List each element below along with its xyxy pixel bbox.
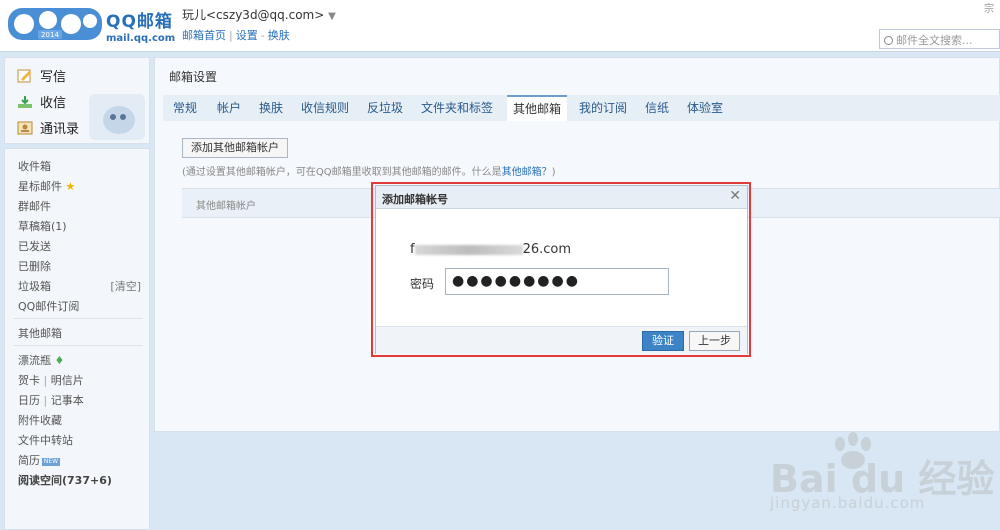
clear-spam-link[interactable]: [清空] [110, 278, 141, 294]
qq-mail-logo[interactable]: 2014 [8, 6, 102, 42]
tab-account[interactable]: 帐户 [211, 95, 247, 121]
compose-button[interactable]: 写信 [17, 66, 66, 85]
close-icon[interactable]: ✕ [729, 188, 741, 204]
dialog-titlebar: 添加邮箱帐号 ✕ [376, 186, 747, 209]
verify-button[interactable]: 验证 [642, 331, 684, 351]
separator: | [43, 394, 48, 407]
other-mailbox-hint: (通过设置其他邮箱帐户，可在QQ邮箱里收取到其他邮箱的邮件。什么是其他邮箱？) [182, 163, 556, 178]
add-mailbox-dialog: 添加邮箱帐号 ✕ f 26.com 密码 ●●●●●●●●● 验证 上一步 [375, 185, 748, 354]
link-home[interactable]: 邮箱首页 [182, 29, 226, 42]
folder-inbox[interactable]: 收件箱 [18, 158, 51, 174]
link-settings[interactable]: 设置 [236, 29, 258, 42]
compose-label: 写信 [40, 70, 67, 85]
what-is-other-mailbox-link[interactable]: 其他邮箱？ [502, 167, 552, 178]
folder-starred-label: 星标邮件 [18, 180, 62, 193]
folder-drafts[interactable]: 草稿箱(1) [18, 218, 67, 234]
back-button[interactable]: 上一步 [689, 331, 740, 351]
app-drift-bottle-label: 漂流瓶 [18, 354, 51, 367]
folder-subscriptions[interactable]: QQ邮件订阅 [18, 298, 79, 314]
new-badge: NEW [42, 458, 60, 466]
dialog-title: 添加邮箱帐号 [382, 193, 448, 206]
page-title: 邮箱设置 [169, 70, 218, 84]
top-header: 2014 QQ邮箱 mail.qq.com 玩儿<cszy3d@qq.com> … [0, 0, 1000, 52]
search-placeholder: 邮件全文搜索... [896, 34, 973, 47]
email-address: f 26.com [410, 242, 571, 257]
folder-group[interactable]: 群邮件 [18, 198, 51, 214]
dialog-footer: 验证 上一步 [376, 326, 747, 354]
divider [13, 345, 143, 346]
tab-skin[interactable]: 换肤 [253, 95, 289, 121]
folder-deleted[interactable]: 已删除 [18, 258, 51, 274]
app-resume-label: 简历 [18, 454, 40, 467]
password-label: 密码 [410, 277, 435, 291]
logo-badge: 2014 [41, 31, 59, 39]
tab-rules[interactable]: 收信规则 [295, 95, 355, 121]
penguin-mascot-icon [89, 94, 145, 140]
tab-labs[interactable]: 体验室 [681, 95, 729, 121]
app-resume[interactable]: 简历 NEW [18, 452, 60, 468]
reading-space[interactable]: 阅读空间(737+6) [18, 472, 112, 488]
receive-label: 收信 [40, 96, 67, 111]
sidebar-folders: 收件箱 星标邮件 ★ 群邮件 草稿箱(1) 已发送 已删除 垃圾箱 [清空] Q… [4, 148, 150, 530]
tab-folders-labels[interactable]: 文件夹和标签 [415, 95, 499, 121]
watermark-url: jingyan.baidu.com [770, 494, 926, 512]
brand: QQ邮箱 mail.qq.com [106, 7, 175, 44]
receive-button[interactable]: 收信 [17, 92, 66, 111]
folder-spam[interactable]: 垃圾箱 [18, 278, 51, 294]
baidu-jingyan-watermark: Bai du 经验 jingyan.baidu.com [770, 432, 995, 512]
user-links: 邮箱首页 | 设置 - 换肤 [182, 27, 336, 43]
password-field[interactable]: ●●●●●●●●● [445, 268, 669, 295]
add-other-mailbox-button[interactable]: 添加其他邮箱帐户 [182, 138, 288, 158]
user-info: 玩儿<cszy3d@qq.com> ▼ 邮箱首页 | 设置 - 换肤 [182, 6, 336, 43]
column-header-accounts: 其他邮箱帐户 [196, 201, 256, 212]
top-corner-text: 宗 [984, 4, 994, 15]
separator: | [229, 29, 233, 42]
sidebar-actions: 写信 收信 通讯录 [4, 57, 150, 144]
tab-subscriptions[interactable]: 我的订阅 [573, 95, 633, 121]
app-greeting-card[interactable]: 贺卡 [18, 374, 40, 387]
contacts-label: 通讯录 [40, 122, 80, 137]
hint-suffix: ) [551, 167, 556, 178]
triangle-down-icon: ▼ [328, 11, 336, 22]
settings-tabs: 常规 帐户 换肤 收信规则 反垃圾 文件夹和标签 其他邮箱 我的订阅 信纸 体验… [163, 95, 1000, 121]
hint-prefix: (通过设置其他邮箱帐户，可在QQ邮箱里收取到其他邮箱的邮件。什么是 [182, 167, 502, 178]
bottle-icon: ♦ [54, 354, 65, 367]
user-account-menu[interactable]: 玩儿<cszy3d@qq.com> ▼ [182, 6, 336, 23]
tab-antispam[interactable]: 反垃圾 [361, 95, 409, 121]
search-input[interactable]: 邮件全文搜索... [879, 29, 1000, 49]
brand-title: QQ邮箱 [106, 12, 173, 32]
contacts-button[interactable]: 通讯录 [17, 118, 79, 137]
app-cards-row: 贺卡 | 明信片 [18, 372, 84, 388]
app-calendar[interactable]: 日历 [18, 394, 40, 407]
folder-sent[interactable]: 已发送 [18, 238, 51, 254]
divider [13, 318, 143, 319]
email-redacted [414, 244, 523, 255]
search-icon [884, 36, 893, 45]
user-name: 玩儿<cszy3d@qq.com> [182, 8, 325, 22]
pencil-icon [17, 69, 31, 83]
contacts-icon [17, 121, 33, 135]
inbox-download-icon [18, 96, 32, 108]
app-attachments[interactable]: 附件收藏 [18, 412, 62, 428]
app-notes[interactable]: 记事本 [51, 394, 84, 407]
separator: | [43, 374, 48, 387]
separator: - [260, 29, 265, 42]
tab-stationery[interactable]: 信纸 [639, 95, 675, 121]
app-drift-bottle[interactable]: 漂流瓶 ♦ [18, 352, 64, 368]
app-postcard[interactable]: 明信片 [51, 374, 84, 387]
folder-starred[interactable]: 星标邮件 ★ [18, 178, 75, 194]
link-skin[interactable]: 换肤 [268, 29, 290, 42]
email-end: 26.com [522, 242, 572, 257]
brand-domain: mail.qq.com [106, 33, 176, 44]
other-mailbox-link[interactable]: 其他邮箱 [18, 325, 62, 341]
app-calendar-row: 日历 | 记事本 [18, 392, 84, 408]
star-icon: ★ [65, 180, 76, 193]
tab-other-mailbox[interactable]: 其他邮箱 [507, 95, 568, 121]
app-file-transfer[interactable]: 文件中转站 [18, 432, 73, 448]
tab-general[interactable]: 常规 [167, 95, 203, 121]
